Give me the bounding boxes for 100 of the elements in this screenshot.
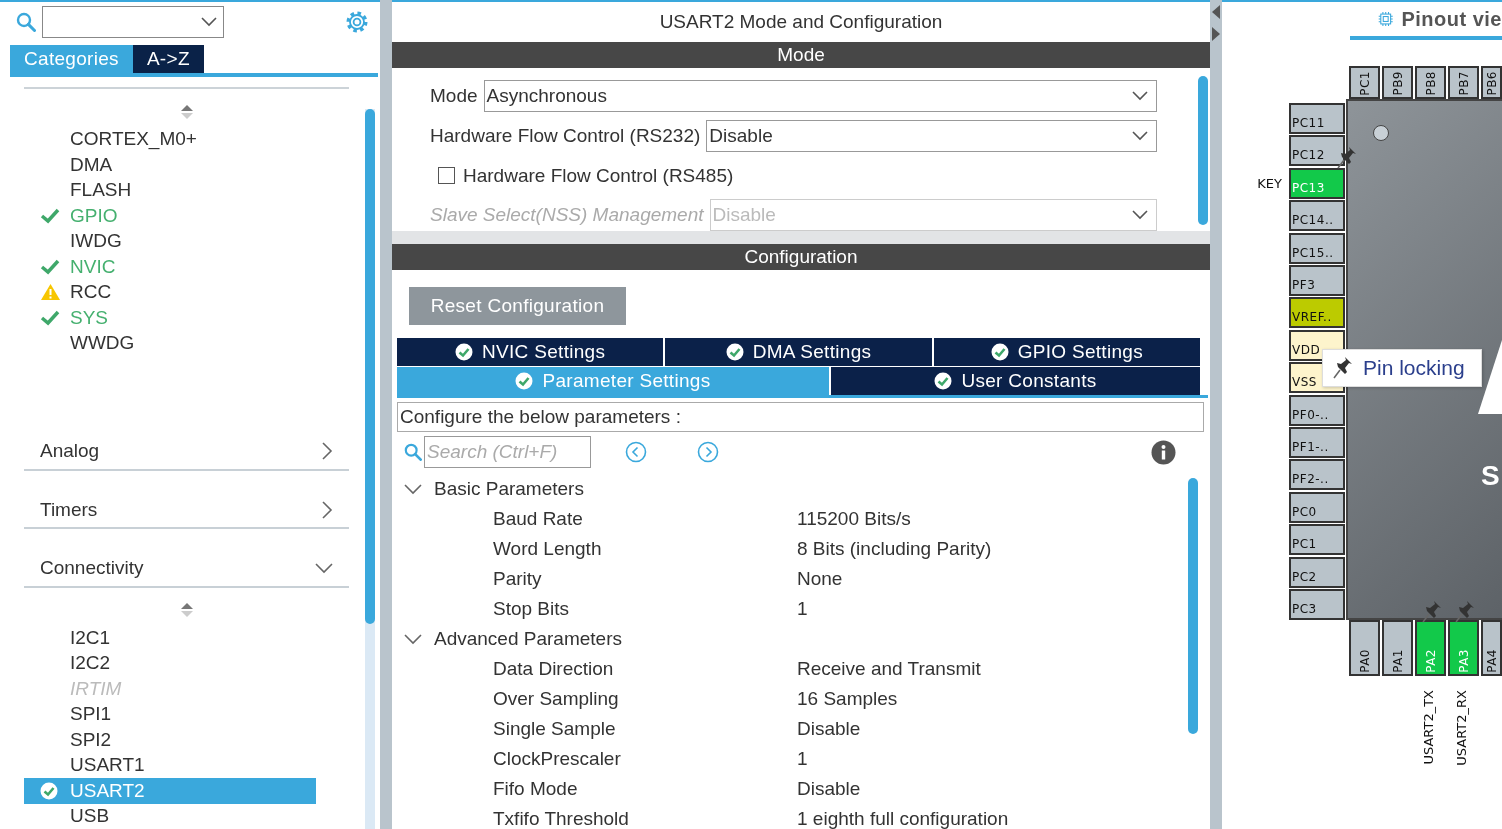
check-circle-icon [515, 372, 534, 390]
pushpin-icon [1420, 600, 1442, 624]
pin[interactable]: PC12 [1289, 135, 1345, 166]
sort-icon[interactable] [179, 602, 194, 619]
chevron-right-icon[interactable] [321, 500, 333, 519]
search-icon[interactable] [404, 443, 422, 461]
parameter-value[interactable]: Receive and Transmit [797, 658, 981, 680]
parameter-value[interactable]: 8 Bits (including Parity) [797, 538, 992, 560]
tab[interactable]: NVIC Settings [397, 338, 664, 366]
pin[interactable]: PB9 [1382, 66, 1413, 99]
expand-icon[interactable] [404, 633, 422, 645]
search-field[interactable]: Search (Ctrl+F) [424, 436, 591, 468]
pin[interactable]: PC0 [1289, 492, 1345, 523]
category-header[interactable]: Analog [40, 440, 100, 463]
category-header[interactable]: Timers [40, 498, 98, 521]
peripheral-item[interactable]: SPI1 [70, 703, 112, 726]
parameter-value[interactable]: 1 [797, 748, 808, 770]
pin[interactable]: PC2 [1289, 557, 1345, 588]
info-icon[interactable] [1151, 439, 1176, 465]
peripheral-row[interactable]: USB [24, 803, 316, 829]
tab[interactable]: GPIO Settings [933, 338, 1200, 366]
dropdown[interactable]: Asynchronous [483, 80, 1157, 112]
check-circle-icon [990, 343, 1009, 361]
peripheral-row[interactable]: SPI1 [24, 701, 316, 728]
peripheral-item[interactable]: CORTEX_M0+ [70, 128, 197, 151]
pin[interactable]: PF1-.. [1289, 427, 1345, 458]
caret-icon [1132, 210, 1148, 220]
pin[interactable]: PC3 [1289, 589, 1345, 620]
peripheral-row[interactable]: USART1 [24, 752, 316, 779]
group-label[interactable]: Advanced Parameters [434, 628, 622, 650]
peripheral-item[interactable]: FLASH [70, 179, 132, 202]
peripheral-item[interactable]: USART1 [70, 754, 145, 777]
peripheral-row[interactable]: I2C2 [24, 650, 316, 677]
pin-label: KEY [1257, 176, 1282, 191]
peripheral-item[interactable]: SPI2 [70, 728, 112, 751]
previous-icon[interactable] [625, 441, 647, 463]
filter-dropdown[interactable] [42, 6, 224, 38]
dropdown[interactable]: Disable [706, 120, 1157, 152]
check-circle-icon [725, 343, 744, 361]
chevron-right-icon[interactable] [321, 442, 333, 461]
tab[interactable]: User Constants [831, 367, 1200, 395]
category-header[interactable]: Connectivity [40, 557, 144, 580]
peripheral-row[interactable]: I2C1 [24, 625, 316, 651]
pin[interactable]: PA4 [1481, 620, 1502, 676]
tab[interactable]: A->Z [132, 45, 204, 73]
chip-letter: S [1481, 460, 1500, 492]
peripheral-item[interactable]: USB [70, 805, 110, 828]
parameter-value[interactable]: 115200 Bits/s [797, 508, 911, 530]
pushpin-icon [1331, 356, 1353, 380]
dropdown-value: Asynchronous [486, 85, 607, 107]
peripheral-item[interactable]: I2C2 [70, 652, 111, 675]
pin[interactable]: PA0 [1349, 620, 1380, 676]
scrollbar[interactable] [365, 109, 375, 829]
next-icon[interactable] [697, 441, 719, 463]
panel-title: USART2 Mode and Configuration [658, 10, 944, 34]
pin[interactable]: PF2-.. [1289, 459, 1345, 490]
parameter-value[interactable]: None [797, 568, 843, 590]
pin-label: USART2_TX [1421, 690, 1436, 765]
peripheral-item[interactable]: DMA [70, 153, 113, 176]
scrollbar-thumb[interactable] [1188, 478, 1198, 734]
parameter-value[interactable]: 16 Samples [797, 688, 898, 710]
peripheral-item[interactable]: RCC [70, 281, 112, 304]
parameter-value[interactable]: 1 eighth full configuration [797, 808, 1009, 829]
pin[interactable]: PC15.. [1289, 233, 1345, 264]
scrollbar-thumb[interactable] [365, 109, 375, 624]
peripheral-item[interactable]: I2C1 [70, 626, 111, 649]
caret-icon [1132, 131, 1148, 141]
peripheral-row[interactable]: SPI2 [24, 727, 316, 753]
scrollbar-thumb[interactable] [1198, 76, 1208, 225]
parameter-value[interactable]: Disable [797, 778, 861, 800]
parameter-name: Stop Bits [493, 598, 571, 620]
pin[interactable]: PB8 [1415, 66, 1446, 99]
pin[interactable]: PB6 [1481, 66, 1502, 99]
pin[interactable]: PB7 [1448, 66, 1479, 99]
chevron-down-icon[interactable] [315, 562, 333, 575]
tab-title[interactable]: Pinout vie [1401, 7, 1502, 31]
peripheral-item[interactable]: WWDG [70, 332, 135, 355]
tab[interactable]: DMA Settings [665, 338, 932, 366]
group-label[interactable]: Basic Parameters [434, 478, 584, 500]
pin[interactable]: PC14.. [1289, 200, 1345, 231]
parameter-value[interactable]: 1 [797, 598, 808, 620]
pin[interactable]: PC1 [1289, 524, 1345, 555]
pin[interactable]: PC11 [1289, 103, 1345, 134]
caret-icon [1132, 91, 1148, 101]
expand-icon[interactable] [404, 483, 422, 495]
checkbox-label: Hardware Flow Control (RS485) [463, 164, 734, 187]
sort-icon[interactable] [179, 103, 194, 120]
pin[interactable]: PF0-.. [1289, 395, 1345, 426]
search-icon[interactable] [16, 12, 36, 32]
triangle-right-icon[interactable] [1211, 26, 1221, 42]
parameter-value[interactable]: Disable [797, 718, 861, 740]
pin[interactable]: PF3 [1289, 265, 1345, 296]
checkbox[interactable] [438, 167, 455, 184]
settings-icon[interactable] [344, 9, 370, 35]
peripheral-item[interactable]: IWDG [70, 230, 122, 253]
triangle-left-icon[interactable] [1211, 4, 1221, 20]
pin[interactable]: VREF.. [1289, 297, 1345, 328]
pin[interactable]: PC1 [1349, 66, 1380, 99]
check-circle-icon [455, 343, 474, 361]
pin[interactable]: PA1 [1382, 620, 1413, 676]
